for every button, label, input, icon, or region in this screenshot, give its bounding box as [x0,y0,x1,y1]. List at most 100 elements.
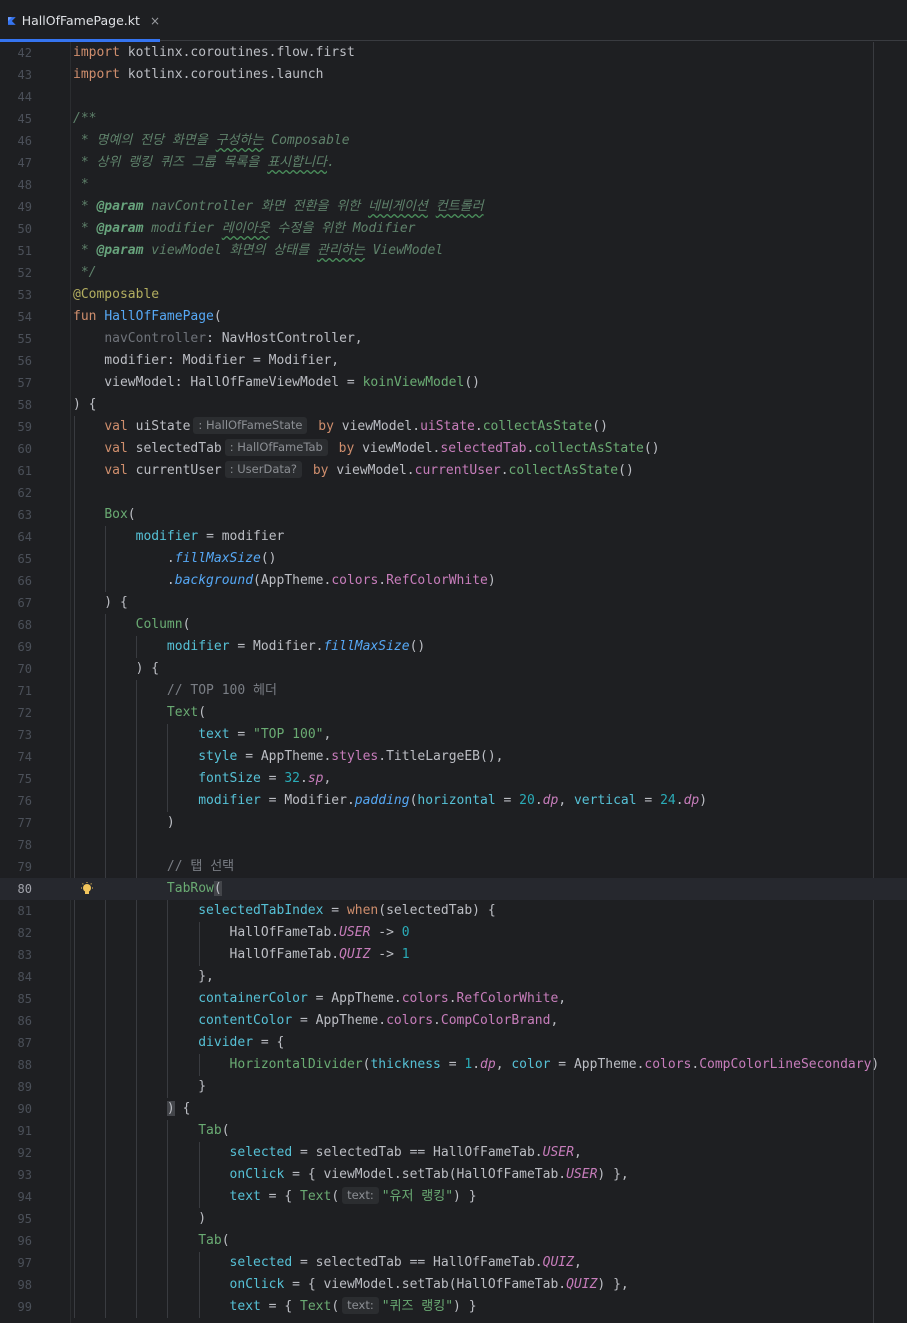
code-line[interactable]: 71 // TOP 100 헤더 [0,680,907,702]
code-line[interactable]: 76 modifier = Modifier.padding(horizonta… [0,790,907,812]
code-line[interactable]: 64 modifier = modifier [0,526,907,548]
code-token: ) { [73,595,128,610]
code-line[interactable]: 60 val selectedTab: HallOfFameTab by vie… [0,438,907,460]
code-line[interactable]: 44 [0,86,907,108]
code-line[interactable]: 90 ) { [0,1098,907,1120]
line-number: 93 [17,1168,32,1182]
line-number: 58 [17,398,32,412]
code-line[interactable]: 77 ) [0,812,907,834]
code-token: = modifier [198,529,285,544]
code-line[interactable]: 83 HallOfFameTab.QUIZ -> 1 [0,944,907,966]
code-text: Box( [73,504,135,526]
code-line[interactable]: 85 containerColor = AppTheme.colors.RefC… [0,988,907,1010]
code-line[interactable]: 82 HallOfFameTab.USER -> 0 [0,922,907,944]
code-line[interactable]: 56 modifier: Modifier = Modifier, [0,350,907,372]
line-number: 59 [17,420,32,434]
code-line[interactable]: 99 text = { Text(text: "퀴즈 랭킹") } [0,1296,907,1318]
code-line[interactable]: 57 viewModel: HallOfFameViewModel = koin… [0,372,907,394]
code-text: ) { [73,394,96,416]
code-line[interactable]: 89 } [0,1076,907,1098]
code-line[interactable]: 68 Column( [0,614,907,636]
code-line[interactable]: 91 Tab( [0,1120,907,1142]
code-line[interactable]: 52 */ [0,262,907,284]
code-text: // 탭 선택 [73,856,234,878]
code-token: modifier [151,221,214,236]
code-line[interactable]: 72 Text( [0,702,907,724]
code-line[interactable]: 63 Box( [0,504,907,526]
code-token: ) [699,793,708,808]
code-line[interactable]: 79 // 탭 선택 [0,856,907,878]
code-line[interactable]: 78 [0,834,907,856]
code-text: ) { [73,658,159,680]
code-token: vertical [573,793,637,808]
code-line[interactable]: 70 ) { [0,658,907,680]
code-line[interactable]: 84 }, [0,966,907,988]
code-line[interactable]: 50 * @param modifier 레이아웃 수정을 위한 Modifie… [0,218,907,240]
code-line[interactable]: 47 * 상위 랭킹 퀴즈 그룹 목록을 표시합니다. [0,152,907,174]
code-token: uiState [135,419,191,434]
code-line[interactable]: 75 fontSize = 32.sp, [0,768,907,790]
line-number: 74 [17,750,32,764]
code-line[interactable]: 43 import kotlinx.coroutines.launch [0,64,907,86]
line-number: 95 [17,1212,32,1226]
code-line[interactable]: 98 onClick = { viewModel.setTab(HallOfFa… [0,1274,907,1296]
line-number: 61 [17,464,32,478]
code-line[interactable]: 97 selected = selectedTab == HallOfFameT… [0,1252,907,1274]
code-line[interactable]: 49 * @param navController 화면 전환을 위한 네비게이… [0,196,907,218]
code-line[interactable]: 87 divider = { [0,1032,907,1054]
code-line[interactable]: 42 import kotlinx.coroutines.flow.first [0,42,907,64]
code-line[interactable]: 81 selectedTabIndex = when(selectedTab) … [0,900,907,922]
code-token: = [440,1057,465,1072]
code-line[interactable]: 66 .background(AppTheme.colors.RefColorW… [0,570,907,592]
code-token: colors [331,573,379,588]
code-line[interactable]: 55 navController: NavHostController, [0,328,907,350]
code-line[interactable]: 48 * [0,174,907,196]
code-line[interactable]: 80 TabRow( [0,878,907,900]
line-number: 81 [17,904,32,918]
line-number: 43 [17,68,32,82]
line-number: 69 [17,640,32,654]
code-line[interactable]: 62 [0,482,907,504]
code-token: , [323,771,332,786]
code-token: navController [151,199,254,214]
lightbulb-icon[interactable] [80,882,94,896]
code-token: } [73,1079,207,1094]
code-line[interactable]: 69 modifier = Modifier.fillMaxSize() [0,636,907,658]
code-token: ) }, [597,1277,629,1292]
code-line[interactable]: 92 selected = selectedTab == HallOfFameT… [0,1142,907,1164]
code-line[interactable]: 74 style = AppTheme.styles.TitleLargeEB(… [0,746,907,768]
code-line[interactable]: 54 fun HallOfFamePage( [0,306,907,328]
code-text: * 명예의 전당 화면을 구성하는 Composable [73,130,350,152]
code-line[interactable]: 93 onClick = { viewModel.setTab(HallOfFa… [0,1164,907,1186]
code-line[interactable]: 51 * @param viewModel 화면의 상태를 관리하는 ViewM… [0,240,907,262]
code-line[interactable]: 45 /** [0,108,907,130]
code-line[interactable]: 59 val uiState: HallOfFameState by viewM… [0,416,907,438]
code-line[interactable]: 67 ) { [0,592,907,614]
code-token: USER [339,925,371,940]
code-token: 컨트롤러 [435,199,484,214]
code-token: 0 [401,925,410,940]
code-token: contentColor [198,1013,293,1028]
code-token: 20 [519,793,535,808]
code-text: val selectedTab: HallOfFameTab by viewMo… [73,438,660,460]
code-line[interactable]: 95 ) [0,1208,907,1230]
code-line[interactable]: 94 text = { Text(text: "유저 랭킹") } [0,1186,907,1208]
code-line[interactable]: 65 .fillMaxSize() [0,548,907,570]
code-line[interactable]: 46 * 명예의 전당 화면을 구성하는 Composable [0,130,907,152]
code-token: ) [871,1057,880,1072]
close-icon[interactable]: × [150,14,160,28]
code-line[interactable]: 96 Tab( [0,1230,907,1252]
code-token: ) } [453,1189,477,1204]
code-line[interactable]: 73 text = "TOP 100", [0,724,907,746]
code-text: val currentUser: UserData? by viewModel.… [73,460,634,482]
code-line[interactable]: 86 contentColor = AppTheme.colors.CompCo… [0,1010,907,1032]
code-editor[interactable]: 42 import kotlinx.coroutines.flow.first 43… [0,42,907,1323]
code-line[interactable]: 58 ) { [0,394,907,416]
code-line[interactable]: 88 HorizontalDivider(thickness = 1.dp, c… [0,1054,907,1076]
code-line[interactable]: 53 @Composable [0,284,907,306]
file-tab[interactable]: HallOfFamePage.kt × [0,0,160,42]
code-line[interactable]: 61 val currentUser: UserData? by viewMod… [0,460,907,482]
line-number: 77 [17,816,32,830]
code-token: text [229,1299,261,1314]
